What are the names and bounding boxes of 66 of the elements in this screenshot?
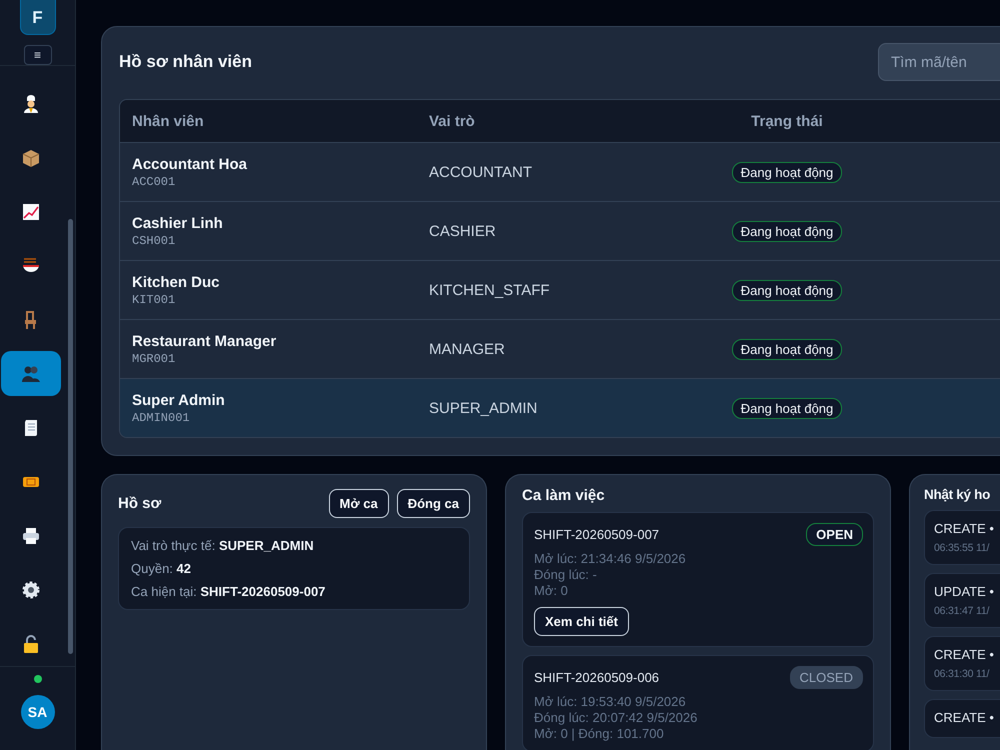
- shift-detail: Đóng lúc: 20:07:42 9/5/2026: [534, 710, 698, 725]
- column-header: Trạng thái: [750, 112, 824, 130]
- employee-code: CSH001: [132, 234, 176, 248]
- shift-detail: Đóng lúc: -: [534, 567, 598, 582]
- shift-code: SHIFT-20260509-006: [534, 670, 660, 685]
- gear-icon: [21, 580, 41, 600]
- log-action: CREATE •: [934, 521, 995, 536]
- log-action: CREATE •: [934, 647, 995, 662]
- employee-name: Cashier Linh: [132, 214, 224, 232]
- app-logo[interactable]: F: [20, 0, 56, 36]
- shift-detail: Mở lúc: 21:34:46 9/5/2026: [534, 551, 687, 566]
- info-line: Ca hiện tại: SHIFT-20260509-007: [131, 584, 326, 599]
- employee-code: KIT001: [132, 292, 176, 306]
- status-badge: OPEN: [806, 523, 863, 546]
- chart-icon: [21, 202, 41, 222]
- employee-name: Restaurant Manager: [132, 332, 278, 350]
- details-button[interactable]: Xem chi tiết: [534, 607, 629, 636]
- panel-title: Hồ sơ: [118, 494, 162, 512]
- employee-name: Accountant Hoa: [132, 156, 248, 172]
- printer-icon: [21, 526, 41, 546]
- panel-title: Nhật ký ho: [924, 487, 990, 502]
- role-cell-text: CASHIER: [428, 222, 497, 240]
- status-badge: Đang hoạt động: [732, 162, 842, 182]
- table-row[interactable]: Super Admin ADMIN001 SUPER_ADMIN Đang hoạt động: [120, 379, 1000, 437]
- table-row[interactable]: Kitchen Duc KIT001 KITCHEN_STAFF Đang hoạt động: [120, 261, 1000, 320]
- table-row[interactable]: Cashier Linh CSH001 CASHIER Đang hoạt động: [120, 202, 1000, 261]
- info-line: Vai trò thực tế: SUPER_ADMIN: [131, 538, 315, 553]
- table-row[interactable]: Accountant Hoa ACC001 ACCOUNTANT Đang hoạt động: [120, 143, 1000, 202]
- role-cell-text: ACCOUNTANT: [428, 164, 534, 180]
- shift-detail: Mở lúc: 19:53:40 9/5/2026: [534, 694, 687, 709]
- shift-button[interactable]: Mở ca: [328, 488, 389, 518]
- log-time: 06:35:55 11/: [934, 542, 990, 554]
- column-header: Nhân viên: [131, 112, 205, 130]
- employee-code: ACC001: [132, 174, 176, 188]
- shift-code: SHIFT-20260509-007: [534, 527, 660, 542]
- role-cell-text: KITCHEN_STAFF: [428, 282, 551, 298]
- user-avatar[interactable]: SA: [20, 695, 54, 730]
- scrollbar[interactable]: [68, 219, 73, 654]
- log-time: 06:31:47 11/: [934, 605, 990, 618]
- search-field[interactable]: Tìm mã/tên: [878, 43, 1000, 81]
- log-action: UPDATE •: [934, 584, 995, 600]
- status-badge: Đang hoạt động: [732, 280, 842, 300]
- menu-button[interactable]: ≡: [24, 45, 52, 66]
- package-icon: [21, 148, 41, 168]
- status-badge: Đang hoạt động: [732, 220, 842, 242]
- shift-detail: Mở: 0: [534, 583, 569, 598]
- shift-button[interactable]: Đóng ca: [396, 488, 470, 518]
- shift-detail: Mở: 0 | Đóng: 101.700: [534, 726, 665, 741]
- status-badge: Đang hoạt động: [732, 398, 842, 418]
- log-action: CREATE •: [934, 710, 995, 726]
- employee-name: Super Admin: [132, 392, 226, 408]
- people-icon: [21, 364, 41, 384]
- log-time: 06:31:30 11/: [934, 668, 990, 680]
- chef-icon: [21, 94, 41, 114]
- lock-icon: [21, 634, 41, 654]
- info-line: Quyền: 42: [131, 561, 192, 576]
- role-cell-text: SUPER_ADMIN: [428, 400, 538, 416]
- employee-name: Kitchen Duc: [132, 274, 221, 290]
- panel-title: Hồ sơ nhân viên: [119, 52, 252, 72]
- column-header: Vai trò: [428, 112, 476, 130]
- panel-title: Ca làm việc: [522, 487, 605, 504]
- status-badge: Đang hoạt động: [732, 338, 842, 360]
- status-badge: CLOSED: [790, 666, 863, 689]
- employee-code: MGR001: [132, 352, 176, 366]
- employee-code: ADMIN001: [132, 410, 191, 424]
- role-cell-text: MANAGER: [428, 340, 506, 358]
